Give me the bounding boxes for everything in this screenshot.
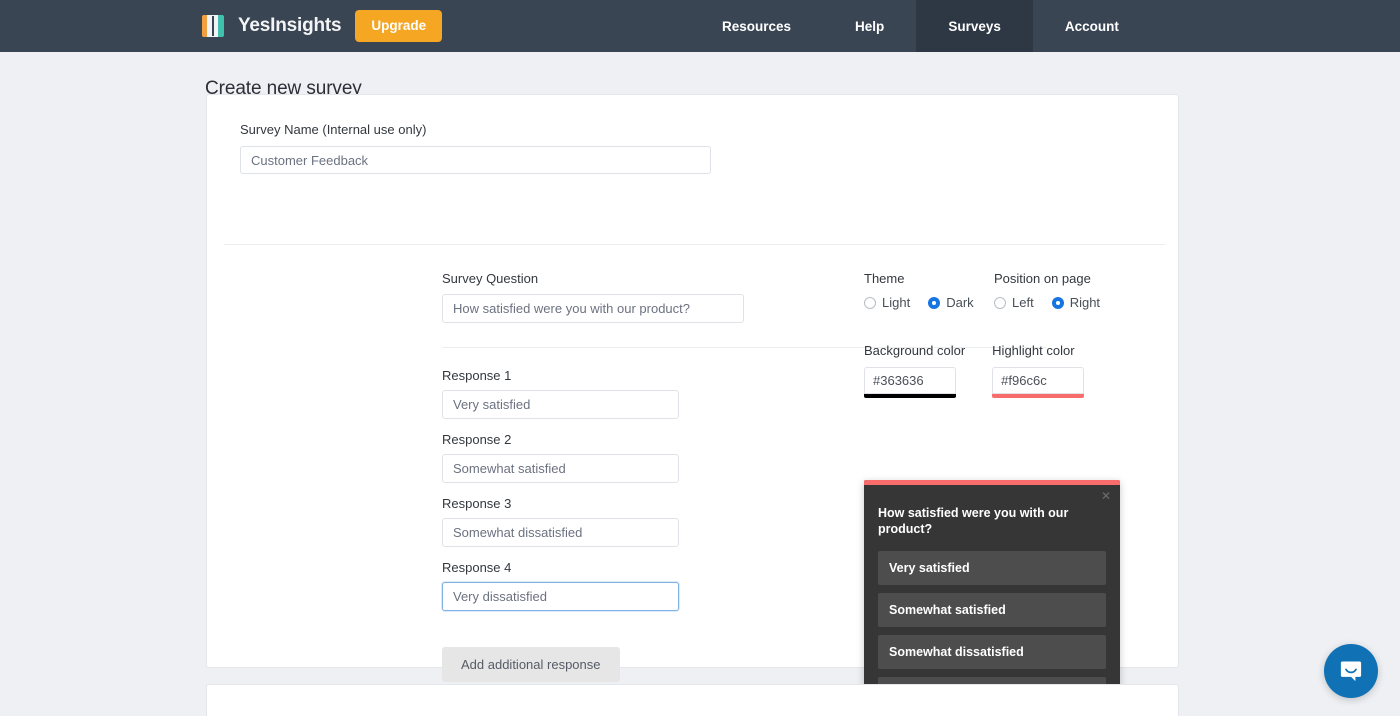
response-2-input[interactable] [442, 454, 679, 483]
nav-item-surveys[interactable]: Surveys [916, 0, 1033, 52]
theme-option-light[interactable]: Light [864, 295, 910, 310]
position-option-left-label: Left [1012, 295, 1034, 310]
nav-item-resources[interactable]: Resources [690, 0, 823, 52]
background-color-field: Background color [864, 343, 965, 398]
highlight-color-field: Highlight color [992, 343, 1085, 398]
response-row: Response 4 [442, 560, 862, 611]
add-additional-response-button[interactable]: Add additional response [442, 647, 620, 682]
page-title: Create new survey [205, 78, 362, 99]
response-row: Response 2 [442, 432, 862, 483]
response-row: Response 1 [442, 368, 862, 419]
thank-you-message-title: Thank you message [224, 685, 1161, 716]
nav-item-help[interactable]: Help [823, 0, 916, 52]
position-option-right[interactable]: Right [1051, 295, 1101, 310]
upgrade-button[interactable]: Upgrade [355, 10, 443, 42]
response-4-input[interactable] [442, 582, 679, 611]
response-row: Response 3 [442, 496, 862, 547]
theme-option-dark[interactable]: Dark [928, 295, 974, 310]
background-color-label: Background color [864, 343, 966, 358]
survey-question-input[interactable] [442, 294, 744, 323]
book-logo-icon [202, 15, 224, 37]
brand-name: YesInsights [238, 15, 342, 36]
chat-launcher-button[interactable] [1324, 644, 1378, 698]
response-1-label: Response 1 [442, 368, 512, 383]
position-label: Position on page [994, 271, 1091, 286]
highlight-color-swatch [992, 394, 1085, 398]
survey-name-field-group: Survey Name (Internal use only) [224, 95, 1161, 174]
color-options-row: Background color Highlight color [864, 343, 1164, 398]
highlight-color-label: Highlight color [992, 343, 1075, 358]
position-option-right-label: Right [1069, 295, 1101, 310]
page-body: Create new survey Survey Name (Internal … [0, 52, 1400, 716]
theme-option-light-label: Light [882, 295, 911, 310]
preview-option[interactable]: Very satisfied [878, 550, 1106, 585]
close-icon[interactable]: ✕ [1101, 490, 1111, 502]
position-option-group: Position on page Left Right [994, 271, 1111, 310]
survey-name-input[interactable] [240, 146, 711, 174]
response-2-label: Response 2 [442, 432, 512, 447]
radio-icon[interactable] [1051, 296, 1064, 309]
radio-icon[interactable] [928, 296, 941, 309]
theme-option-dark-label: Dark [946, 295, 974, 310]
settings-column: Theme Light Dark Position on page Left R… [864, 271, 1164, 398]
section-divider [224, 244, 1165, 245]
highlight-color-input[interactable] [992, 367, 1085, 394]
thank-you-message-card: Thank you message [206, 684, 1179, 716]
position-option-left[interactable]: Left [994, 295, 1034, 310]
background-color-input[interactable] [864, 367, 956, 394]
response-3-input[interactable] [442, 518, 679, 547]
survey-preview-widget: ✕ How satisfied were you with our produc… [864, 480, 1120, 716]
responses-list: Response 1 Response 2 Response 3 [442, 368, 862, 611]
survey-name-label: Survey Name (Internal use only) [240, 122, 427, 137]
response-1-input[interactable] [442, 390, 679, 419]
question-column: Survey Question Response 1 Response 2 [442, 271, 1046, 682]
radio-icon[interactable] [864, 296, 876, 309]
response-4-label: Response 4 [442, 560, 512, 575]
radio-icon[interactable] [994, 296, 1006, 309]
top-navbar: YesInsights Upgrade Resources Help Surve… [0, 0, 1400, 52]
theme-label: Theme [864, 271, 905, 286]
response-3-label: Response 3 [442, 496, 512, 511]
appearance-options-row: Theme Light Dark Position on page Left R… [864, 271, 1164, 310]
chat-bubble-icon [1340, 661, 1362, 682]
background-color-swatch [864, 394, 956, 398]
preview-option[interactable]: Somewhat dissatisfied [878, 634, 1106, 669]
survey-builder-card: Survey Name (Internal use only) Survey Q… [206, 94, 1179, 716]
navbar-brand-group: YesInsights Upgrade [202, 10, 443, 42]
navbar-menu: Resources Help Surveys Account [690, 0, 1151, 52]
theme-option-group: Theme Light Dark [864, 271, 994, 310]
preview-question-text: How satisfied were you with our product? [878, 506, 1069, 537]
nav-item-account[interactable]: Account [1033, 0, 1151, 52]
survey-question-label: Survey Question [442, 271, 539, 286]
preview-option[interactable]: Somewhat satisfied [878, 592, 1106, 627]
